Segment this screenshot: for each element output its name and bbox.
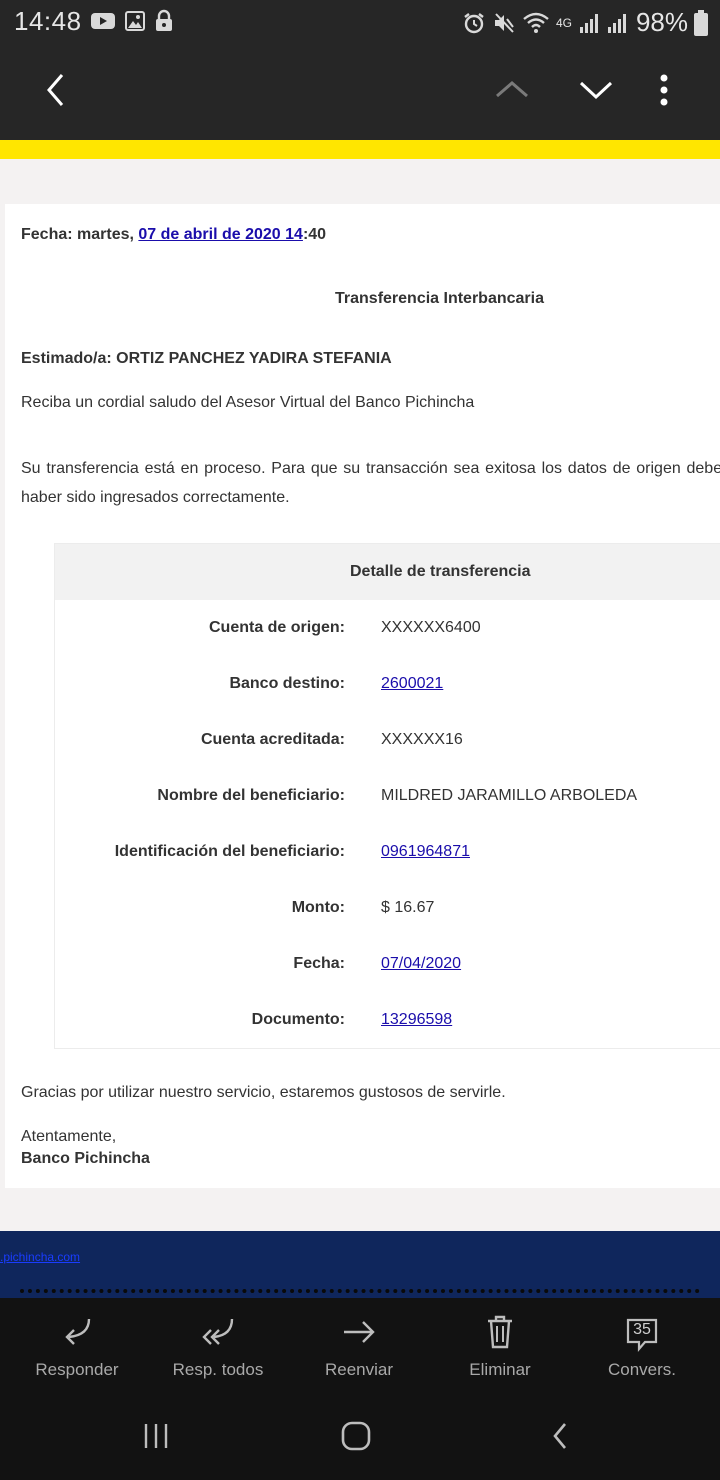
footer-link[interactable]: .pichincha.com: [0, 1250, 80, 1264]
forward-icon: [341, 1317, 377, 1352]
detail-header: Detalle de transferencia: [55, 544, 720, 600]
system-nav-bar: [0, 1394, 720, 1480]
status-bar: 14:48 4G 98%: [0, 0, 720, 42]
regards-text: Atentamente,: [21, 1128, 117, 1145]
thanks-text: Gracias por utilizar nuestro servicio, e…: [21, 1084, 506, 1101]
detail-label: Nombre del beneficiario:: [157, 787, 345, 804]
detail-value: XXXXXX6400: [381, 619, 481, 636]
forward-button[interactable]: Reenviar: [299, 1314, 419, 1380]
date-link[interactable]: 07 de abril de 2020 14: [138, 226, 303, 243]
home-icon: [340, 1420, 372, 1457]
detail-row: Nombre del beneficiario: MILDRED JARAMIL…: [55, 787, 720, 811]
youtube-icon: [90, 11, 116, 31]
signature: Banco Pichincha: [21, 1150, 150, 1167]
back-button[interactable]: [32, 68, 80, 116]
email-card: Fecha: martes, 07 de abril de 2020 14:40…: [5, 204, 720, 1188]
email-footer-band: .pichincha.com: [0, 1231, 720, 1298]
detail-row: Identificación del beneficiario: 0961964…: [55, 843, 720, 867]
system-back-button[interactable]: [530, 1416, 590, 1460]
reply-all-icon: [198, 1315, 238, 1354]
conversation-button[interactable]: 35 Convers.: [582, 1314, 702, 1380]
detail-value: MILDRED JARAMILLO ARBOLEDA: [381, 787, 638, 804]
reply-button[interactable]: Responder: [17, 1314, 137, 1380]
conversation-count: 35: [633, 1321, 651, 1338]
greeting: Estimado/a: ORTIZ PANCHEZ YADIRA STEFANI…: [21, 350, 392, 367]
reply-icon: [59, 1315, 95, 1354]
intro-text: Reciba un cordial saludo del Asesor Virt…: [21, 394, 475, 411]
detail-row: Monto: $ 16.67: [55, 899, 720, 923]
detail-row: Fecha: 07/04/2020: [55, 955, 720, 979]
home-button[interactable]: [326, 1416, 386, 1460]
signal-icon: [578, 12, 600, 34]
conversation-icon: 35: [624, 1316, 660, 1352]
brand-accent-bar: [0, 140, 720, 159]
detail-label: Monto:: [291, 899, 345, 916]
network-type: 4G: [555, 15, 572, 30]
detail-label: Documento:: [251, 1011, 345, 1028]
detail-value-link[interactable]: 0961964871: [381, 843, 470, 861]
detail-value: XXXXXX16: [381, 731, 463, 748]
wifi-icon: [522, 11, 550, 35]
chevron-down-icon: [578, 78, 614, 107]
detail-label: Cuenta acreditada:: [200, 731, 345, 748]
detail-value-link[interactable]: 13296598: [381, 1011, 452, 1029]
detail-label: Fecha:: [293, 955, 345, 972]
email-toolbar: [0, 42, 720, 140]
back-arrow-icon: [550, 1421, 570, 1456]
detail-value: $ 16.67: [381, 899, 435, 916]
email-date: Fecha: martes, 07 de abril de 2020 14:40: [21, 226, 327, 243]
transfer-detail-table: Detalle de transferencia Cuenta de orige…: [54, 543, 720, 1049]
email-title: Transferencia Interbancaria: [335, 290, 544, 307]
recents-button[interactable]: [126, 1416, 186, 1460]
alarm-icon: [462, 11, 486, 35]
detail-row: Banco destino: 2600021: [55, 675, 720, 699]
battery-percent: 98%: [635, 7, 688, 37]
trash-icon: [485, 1314, 515, 1355]
detail-row: Documento: 13296598: [55, 1011, 720, 1035]
gallery-icon: [124, 10, 146, 32]
chevron-left-icon: [44, 72, 68, 113]
detail-label: Identificación del beneficiario:: [114, 843, 345, 860]
delete-button[interactable]: Eliminar: [440, 1314, 560, 1380]
next-email-button[interactable]: [572, 68, 620, 116]
previous-email-button[interactable]: [488, 68, 536, 116]
detail-value-link[interactable]: 07/04/2020: [381, 955, 461, 973]
battery-icon: [694, 9, 708, 36]
detail-label: Cuenta de origen:: [208, 619, 345, 636]
signal-icon-2: [606, 12, 628, 34]
body-text: Su transferencia está en proceso. Para q…: [21, 460, 720, 506]
chevron-up-icon: [494, 78, 530, 107]
mute-icon: [492, 11, 516, 35]
detail-value-link[interactable]: 2600021: [381, 675, 443, 693]
more-options-button[interactable]: [640, 68, 688, 116]
email-action-bar: Responder Resp. todos Reenviar Eliminar …: [0, 1298, 720, 1394]
detail-row: Cuenta de origen: XXXXXX6400: [55, 619, 720, 643]
recents-icon: [142, 1422, 170, 1455]
status-time: 14:48: [14, 6, 82, 36]
reply-all-button[interactable]: Resp. todos: [158, 1314, 278, 1380]
lock-icon: [154, 9, 174, 33]
email-body[interactable]: Fecha: martes, 07 de abril de 2020 14:40…: [0, 159, 720, 1231]
more-vert-icon: [659, 74, 669, 111]
detail-label: Banco destino:: [229, 675, 345, 692]
detail-row: Cuenta acreditada: XXXXXX16: [55, 731, 720, 755]
